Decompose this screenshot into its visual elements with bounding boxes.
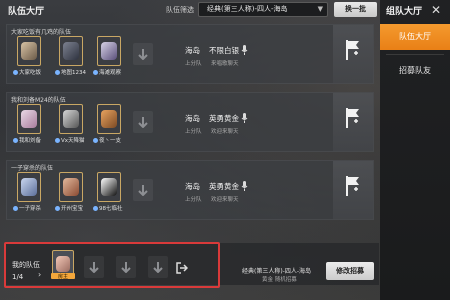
empty-slot[interactable] [148,256,168,278]
gender-icon [93,206,98,211]
my-avatar[interactable]: 房主 [51,250,75,280]
empty-slot[interactable] [116,256,136,278]
avatar [97,104,121,134]
avatar [97,36,121,66]
header: 队伍大厅 队伍筛选 经典(第三人称)-四人-海岛 ▼ 换一批 [0,0,380,20]
tab-divider [386,54,444,55]
tab-recruit[interactable]: 招募队友 [380,58,450,84]
mode-text: 经典(第三人称)-四人-海岛 [242,268,312,275]
team-note: 欢迎来聊天 [211,197,239,203]
rank-text: 英勇黄金 [209,114,239,123]
avatar [97,172,121,202]
empty-slot [133,43,153,65]
add-member-icon [138,185,148,196]
member-name: 开州宝宝 [61,206,84,212]
add-member-icon [153,262,163,273]
join-flag-icon [346,40,359,60]
add-member-icon [121,262,131,273]
member[interactable]: 一子穿杀 [13,172,45,216]
team-row[interactable]: 一子穿杀的队伍 一子穿杀 开州宝宝 98七临社 海岛 英勇黄金 上分队 欢迎来聊… [6,160,374,220]
member-name: Vx天降猫 [61,138,85,144]
member-name: 98七临社 [99,206,123,212]
edit-recruit-button[interactable]: 修改招募 [326,262,374,280]
member[interactable]: Vx天降猫 [55,104,87,148]
page-title: 队伍大厅 [8,7,45,17]
team-row[interactable]: 我和刘备M24的队伍 我和刘备 Vx天降猫 夜丶一支 海岛 英勇黄金 上分队 欢… [6,92,374,152]
gender-icon [55,138,60,143]
avatar [59,172,83,202]
filter-label: 队伍筛选 [166,6,194,14]
member-name: 夜丶一支 [99,138,122,144]
avatar [17,172,41,202]
join-flag-icon [346,108,359,128]
empty-slot [133,179,153,201]
right-panel-title: 组队大厅 [386,7,423,17]
team-type: 上分队 [185,129,202,135]
filter-value: 经典(第三人称)-四人-海岛 [207,5,288,13]
add-member-icon [138,117,148,128]
team-row[interactable]: 大家吃饭有几鸡的队伍 大家吃饭 地图1234 海滩观察 海岛 不限白银 上分队 … [6,24,374,84]
exit-icon[interactable] [176,262,188,274]
tab-team-lobby[interactable]: 队伍大厅 [380,24,450,50]
mic-icon [241,45,248,55]
avatar [17,104,41,134]
member-name: 我和刘备 [19,138,42,144]
member[interactable]: 夜丶一支 [93,104,125,148]
member[interactable]: 开州宝宝 [55,172,87,216]
avatar [17,36,41,66]
mode-sub: 黄金 随机招募 [262,277,297,283]
add-member-icon [138,49,148,60]
my-team-count: 1/4 [12,273,24,281]
gender-icon [55,206,60,211]
map-name: 海岛 [185,46,200,55]
member[interactable]: 地图1234 [55,36,87,80]
mic-icon [241,181,248,191]
refresh-button[interactable]: 换一批 [334,2,377,17]
map-name: 海岛 [185,182,200,191]
member-name: 大家吃饭 [19,70,42,76]
avatar [59,104,83,134]
team-note: 来唱歌聊天 [211,61,239,67]
team-type: 上分队 [185,197,202,203]
close-icon[interactable]: ✕ [426,1,446,19]
join-button[interactable] [333,93,373,151]
my-team-label: 我的队伍 [12,261,40,269]
member-name: 地图1234 [61,70,86,76]
avatar [59,36,83,66]
member[interactable]: 98七临社 [93,172,125,216]
member-name: 海滩观察 [99,70,122,76]
team-filter-select[interactable]: 经典(第三人称)-四人-海岛 ▼ [198,2,328,17]
team-type: 上分队 [185,61,202,67]
empty-slot[interactable] [84,256,104,278]
add-member-icon [89,262,99,273]
gender-icon [93,138,98,143]
chevron-down-icon: ▼ [317,5,323,13]
rank-text: 不限白银 [209,46,239,55]
member[interactable]: 海滩观察 [93,36,125,80]
team-title: 大家吃饭有几鸡的队伍 [11,29,72,36]
member-name: 一子穿杀 [19,206,42,212]
join-flag-icon [346,176,359,196]
gender-icon [55,70,60,75]
join-button[interactable] [333,161,373,219]
empty-slot [133,111,153,133]
leader-tag: 房主 [51,273,75,280]
member[interactable]: 我和刘备 [13,104,45,148]
member[interactable]: 大家吃饭 [13,36,45,80]
team-title: 一子穿杀的队伍 [11,165,54,172]
rank-text: 英勇黄金 [209,182,239,191]
avatar-face [56,256,70,272]
join-button[interactable] [333,25,373,83]
team-title: 我和刘备M24的队伍 [11,97,66,104]
gender-icon [13,70,18,75]
gender-icon [93,70,98,75]
map-name: 海岛 [185,114,200,123]
mic-icon [241,113,248,123]
team-note: 欢迎来聊天 [211,129,239,135]
gender-icon [13,138,18,143]
gender-icon [13,206,18,211]
chevron-right-icon[interactable]: › [38,270,41,279]
